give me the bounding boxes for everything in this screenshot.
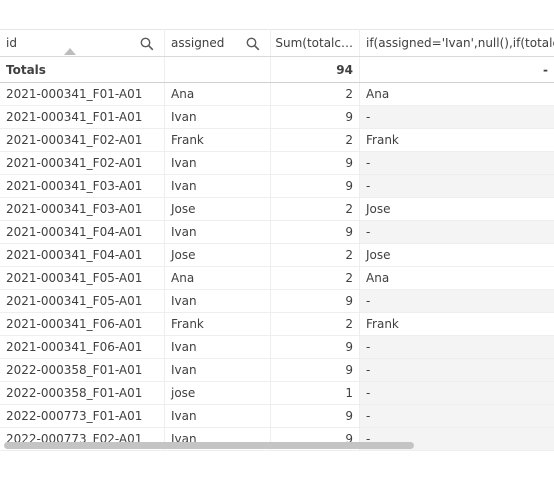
cell-assigned[interactable]: Frank	[165, 129, 271, 151]
table-row[interactable]: 2022-000358_F01-A01 Ivan 9-	[0, 359, 554, 382]
totals-label: Totals	[0, 57, 165, 82]
cell-expression[interactable]: -	[360, 152, 554, 174]
table-row[interactable]: 2021-000341_F05-A01 Ivan 9-	[0, 290, 554, 313]
cell-expression[interactable]: Jose	[360, 244, 554, 266]
totals-sum: 94	[271, 57, 360, 82]
cell-sum[interactable]: 9	[271, 175, 360, 197]
cell-assigned[interactable]: Jose	[165, 198, 271, 220]
cell-expression[interactable]: -	[360, 405, 554, 427]
cell-assigned[interactable]: Ivan	[165, 175, 271, 197]
column-header-expression[interactable]: if(assigned='Ivan',null(),if(totalc…	[360, 29, 554, 56]
cell-assigned[interactable]: Ivan	[165, 336, 271, 358]
table-row[interactable]: 2021-000341_F02-A01 Ivan 9-	[0, 152, 554, 175]
cell-id[interactable]: 2022-000773_F01-A01	[0, 405, 165, 427]
search-icon[interactable]	[140, 37, 154, 51]
table-row[interactable]: 2022-000358_F01-A01 jose 1-	[0, 382, 554, 405]
search-icon[interactable]	[246, 37, 260, 51]
cell-expression[interactable]: Frank	[360, 313, 554, 335]
data-table: id assigned Sum(totalc… if(assigned='Iva…	[0, 29, 554, 451]
cell-sum[interactable]: 2	[271, 198, 360, 220]
table-row[interactable]: 2021-000341_F03-A01 Jose 2 Jose	[0, 198, 554, 221]
cell-sum[interactable]: 9	[271, 359, 360, 381]
cell-id[interactable]: 2021-000341_F06-A01	[0, 336, 165, 358]
column-header-label: Sum(totalc…	[275, 35, 353, 50]
cell-id[interactable]: 2021-000341_F02-A01	[0, 152, 165, 174]
cell-expression[interactable]: -	[360, 175, 554, 197]
column-header-assigned[interactable]: assigned	[165, 29, 271, 56]
cell-sum[interactable]: 9	[271, 290, 360, 312]
cell-expression[interactable]: Jose	[360, 198, 554, 220]
cell-sum[interactable]: 2	[271, 267, 360, 289]
cell-id[interactable]: 2021-000341_F04-A01	[0, 221, 165, 243]
totals-expression: -	[543, 62, 548, 77]
column-header-label: assigned	[171, 36, 225, 50]
cell-id[interactable]: 2021-000341_F06-A01	[0, 313, 165, 335]
table-row[interactable]: 2021-000341_F03-A01 Ivan 9-	[0, 175, 554, 198]
cell-assigned[interactable]: Ivan	[165, 405, 271, 427]
cell-sum[interactable]: 2	[271, 313, 360, 335]
column-header-label: if(assigned='Ivan',null(),if(totalc…	[366, 35, 554, 50]
cell-sum[interactable]: 2	[271, 83, 360, 105]
cell-expression[interactable]: -	[360, 336, 554, 358]
cell-expression[interactable]: -	[360, 382, 554, 404]
cell-assigned[interactable]: Ivan	[165, 152, 271, 174]
table-row[interactable]: 2021-000341_F06-A01 Ivan 9-	[0, 336, 554, 359]
cell-sum[interactable]: 2	[271, 244, 360, 266]
table-body: 2021-000341_F01-A01 Ana 2 Ana 2021-000341_F0…	[0, 83, 554, 451]
cell-assigned[interactable]: Frank	[165, 313, 271, 335]
cell-assigned[interactable]: Ivan	[165, 221, 271, 243]
column-header-label: id	[6, 36, 17, 50]
cell-expression[interactable]: Ana	[360, 83, 554, 105]
cell-id[interactable]: 2021-000341_F05-A01	[0, 267, 165, 289]
totals-assigned-cell	[165, 57, 271, 82]
table-row[interactable]: 2021-000341_F04-A01 Ivan 9-	[0, 221, 554, 244]
cell-id[interactable]: 2021-000341_F01-A01	[0, 106, 165, 128]
cell-assigned[interactable]: Ana	[165, 83, 271, 105]
cell-sum[interactable]: 2	[271, 129, 360, 151]
table-row[interactable]: 2021-000341_F01-A01 Ivan 9-	[0, 106, 554, 129]
cell-id[interactable]: 2022-000358_F01-A01	[0, 359, 165, 381]
column-header-id[interactable]: id	[0, 29, 165, 56]
table-row[interactable]: 2021-000341_F04-A01 Jose 2 Jose	[0, 244, 554, 267]
cell-sum[interactable]: 9	[271, 405, 360, 427]
cell-assigned[interactable]: Jose	[165, 244, 271, 266]
cell-sum[interactable]: 1	[271, 382, 360, 404]
table-row[interactable]: 2021-000341_F01-A01 Ana 2 Ana	[0, 83, 554, 106]
cell-id[interactable]: 2021-000341_F02-A01	[0, 129, 165, 151]
cell-id[interactable]: 2021-000341_F01-A01	[0, 83, 165, 105]
cell-expression[interactable]: -	[360, 290, 554, 312]
column-header-sum[interactable]: Sum(totalc…	[271, 29, 360, 56]
cell-assigned[interactable]: Ivan	[165, 290, 271, 312]
toolbar-area	[0, 0, 554, 30]
cell-assigned[interactable]: Ivan	[165, 106, 271, 128]
sort-ascending-icon[interactable]	[64, 48, 76, 55]
table-row[interactable]: 2021-000341_F05-A01 Ana 2 Ana	[0, 267, 554, 290]
cell-assigned[interactable]: Ivan	[165, 359, 271, 381]
cell-expression[interactable]: -	[360, 359, 554, 381]
totals-row: Totals 94 -	[0, 57, 554, 83]
cell-id[interactable]: 2021-000341_F03-A01	[0, 198, 165, 220]
cell-id[interactable]: 2021-000341_F03-A01	[0, 175, 165, 197]
cell-sum[interactable]: 9	[271, 336, 360, 358]
table-row[interactable]: 2021-000341_F06-A01 Frank 2 Frank	[0, 313, 554, 336]
cell-expression[interactable]: -	[360, 221, 554, 243]
cell-assigned[interactable]: Ana	[165, 267, 271, 289]
cell-expression[interactable]: Ana	[360, 267, 554, 289]
cell-sum[interactable]: 9	[271, 152, 360, 174]
table-row[interactable]: 2021-000341_F02-A01 Frank 2 Frank	[0, 129, 554, 152]
horizontal-scrollbar[interactable]	[4, 442, 414, 449]
cell-id[interactable]: 2021-000341_F04-A01	[0, 244, 165, 266]
cell-sum[interactable]: 9	[271, 106, 360, 128]
cell-expression[interactable]: Frank	[360, 129, 554, 151]
cell-sum[interactable]: 9	[271, 221, 360, 243]
cell-id[interactable]: 2021-000341_F05-A01	[0, 290, 165, 312]
table-row[interactable]: 2022-000773_F01-A01 Ivan 9-	[0, 405, 554, 428]
table-header-row: id assigned Sum(totalc… if(assigned='Iva…	[0, 29, 554, 57]
cell-assigned[interactable]: jose	[165, 382, 271, 404]
cell-id[interactable]: 2022-000358_F01-A01	[0, 382, 165, 404]
cell-expression[interactable]: -	[360, 106, 554, 128]
